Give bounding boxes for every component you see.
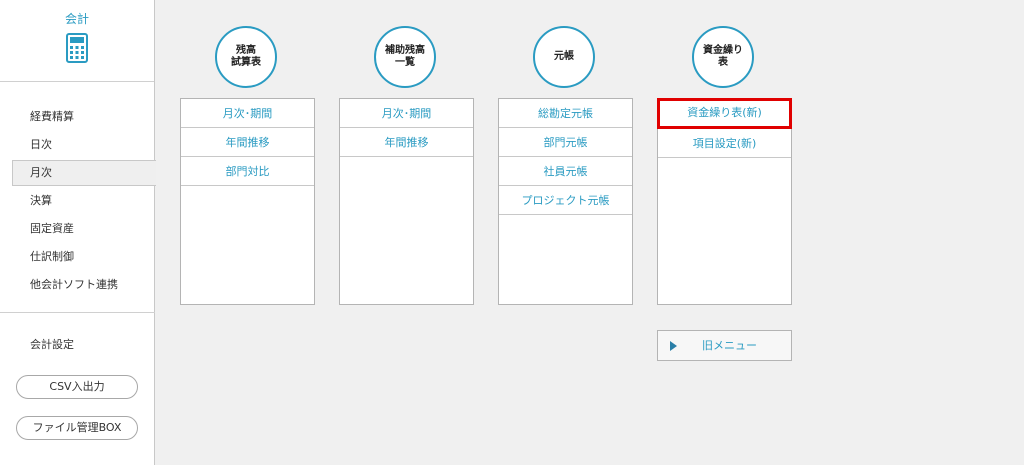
sidebar-item[interactable]: 固定資産 [0,215,154,243]
column-title-circle: 元帳 [533,26,595,88]
sidebar-item[interactable]: 日次 [0,131,154,159]
sidebar: 会計 経費精算 日次 月次 決算 固定資産 仕訳制御 他会計ソフト連携 会計設定 CSV入出… [0,0,156,465]
menu-panel: 資金繰り表(新) 項目設定(新) [657,98,792,305]
sidebar-item[interactable]: 他会計ソフト連携 [0,271,154,299]
menu-link[interactable]: 項目設定(新) [658,129,791,158]
menu-link[interactable]: 部門元帳 [499,128,632,157]
sidebar-title: 会計 [64,12,89,26]
sidebar-item[interactable]: 経費精算 [0,103,154,131]
menu-link[interactable]: 社員元帳 [499,157,632,186]
menu-link[interactable]: 総勘定元帳 [499,99,632,128]
menu-link[interactable]: 月次･期間 [181,99,314,128]
menu-link[interactable]: プロジェクト元帳 [499,186,632,215]
file-management-box-button[interactable]: ファイル管理BOX [16,416,138,440]
menu-link[interactable]: 年間推移 [340,128,473,157]
menu-link[interactable]: 部門対比 [181,157,314,186]
sidebar-item[interactable]: 決算 [0,187,154,215]
csv-import-export-button[interactable]: CSV入出力 [16,375,138,399]
calculator-icon [66,33,88,66]
menu-panel: 月次･期間 年間推移 部門対比 [180,98,315,305]
menu-link[interactable]: 年間推移 [181,128,314,157]
triangle-right-icon [670,341,677,351]
old-menu-button[interactable]: 旧メニュー [657,330,792,361]
column-title-circle: 資金繰り 表 [692,26,754,88]
menu-panel: 総勘定元帳 部門元帳 社員元帳 プロジェクト元帳 [498,98,633,305]
accounting-settings-link[interactable]: 会計設定 [30,335,74,355]
sidebar-nav: 経費精算 日次 月次 決算 固定資産 仕訳制御 他会計ソフト連携 [0,82,156,299]
sidebar-item[interactable]: 仕訳制御 [0,243,154,271]
old-menu-label: 旧メニュー [702,339,757,352]
menu-link[interactable]: 資金繰り表(新) [657,98,792,129]
sidebar-item[interactable]: 月次 [12,160,156,186]
menu-panel: 月次･期間 年間推移 [339,98,474,305]
sidebar-divider [0,312,155,313]
column-title-circle: 補助残高 一覧 [374,26,436,88]
sidebar-header: 会計 [0,0,154,82]
column-title-circle: 残高 試算表 [215,26,277,88]
menu-link[interactable]: 月次･期間 [340,99,473,128]
